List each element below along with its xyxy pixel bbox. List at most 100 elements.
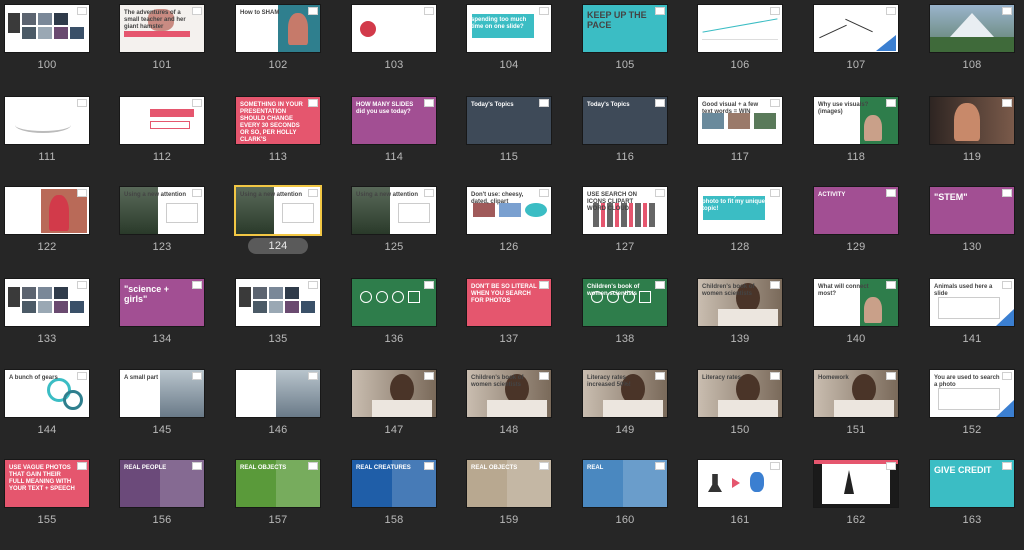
slide-thumbnail-162[interactable]: 162: [814, 460, 930, 550]
slide-preview[interactable]: "science + girls": [120, 279, 204, 326]
slide-preview[interactable]: [698, 460, 782, 507]
slide-preview[interactable]: Size 165: [120, 97, 204, 144]
slide-thumbnail-149[interactable]: Literacy rates increased 50%! 149: [583, 370, 699, 460]
slide-thumbnail-150[interactable]: Literacy rates 150: [698, 370, 814, 460]
slide-preview[interactable]: [814, 460, 898, 507]
slide-thumbnail-137[interactable]: DON'T BE SO LITERAL WHEN YOU SEARCH FOR …: [467, 279, 583, 369]
slide-thumbnail-135[interactable]: 135: [236, 279, 352, 369]
slide-preview[interactable]: A bunch of gears: [5, 370, 89, 417]
slide-thumbnail-147[interactable]: 147: [352, 370, 468, 460]
slide-preview[interactable]: REAL: [583, 460, 667, 507]
slide-thumbnail-133[interactable]: 133: [5, 279, 121, 369]
slide-thumbnail-138[interactable]: Children's book of women scientists 138: [583, 279, 699, 369]
slide-thumbnail-113[interactable]: SOMETHING IN YOUR PRESENTATION SHOULD CH…: [236, 97, 352, 187]
slide-thumbnail-102[interactable]: How to SHAM 102: [236, 5, 352, 95]
slide-preview[interactable]: Literacy rates increased 50%!: [583, 370, 667, 417]
slide-preview[interactable]: The adventures of a small teacher and he…: [120, 5, 204, 52]
slide-thumbnail-151[interactable]: Homework 151: [814, 370, 930, 460]
slide-preview[interactable]: ENEMIES: [352, 5, 436, 52]
slide-thumbnail-123[interactable]: Using a new attention 123: [120, 187, 236, 277]
slide-thumbnail-156[interactable]: REAL PEOPLE 156: [120, 460, 236, 550]
slide-preview[interactable]: USE SEARCH ON ICONS CLIPART WORD CLOUD: [583, 187, 667, 234]
slide-thumbnail-144[interactable]: A bunch of gears 144: [5, 370, 121, 460]
slide-thumbnail-107[interactable]: 107: [814, 5, 930, 95]
slide-preview[interactable]: Today's Topics: [583, 97, 667, 144]
slide-thumbnail-152[interactable]: You are used to search a photo 152: [930, 370, 1024, 460]
slide-thumbnail-160[interactable]: REAL 160: [583, 460, 699, 550]
slide-preview[interactable]: You are used to search a photo: [930, 370, 1014, 417]
slide-preview[interactable]: What will connect most?: [814, 279, 898, 326]
slide-thumbnail-119[interactable]: 119: [930, 97, 1024, 187]
slide-preview[interactable]: How to SHAM: [236, 5, 320, 52]
slide-preview[interactable]: Literacy rates: [698, 370, 782, 417]
slide-thumbnail-134[interactable]: "science + girls" 134: [120, 279, 236, 369]
slide-preview[interactable]: Using a new attention: [352, 187, 436, 234]
slide-preview[interactable]: REAL OBJECTS: [467, 460, 551, 507]
slide-thumbnail-126[interactable]: Don't use: cheesy, dated, clipart 126: [467, 187, 583, 277]
slide-preview[interactable]: Children's book of women scientists: [583, 279, 667, 326]
slide-preview[interactable]: Why use visuals? (images): [814, 97, 898, 144]
slide-preview[interactable]: Children's book of women scientists: [467, 370, 551, 417]
slide-thumbnail-122[interactable]: 122: [5, 187, 121, 277]
slide-preview[interactable]: How will I know if I'm spending too much…: [467, 5, 551, 52]
slide-preview[interactable]: [352, 370, 436, 417]
slide-thumbnail-155[interactable]: USE VAGUE PHOTOS THAT GAIN THEIR FULL ME…: [5, 460, 121, 550]
slide-thumbnail-124[interactable]: Using a new attention 124: [236, 187, 352, 277]
slide-preview[interactable]: Using a new attention: [236, 187, 320, 234]
slide-thumbnail-125[interactable]: Using a new attention 125: [352, 187, 468, 277]
slide-thumbnail-117[interactable]: Good visual + a few text words = WIN 117: [698, 97, 814, 187]
slide-thumbnail-129[interactable]: ACTIVITY 129: [814, 187, 930, 277]
slide-preview[interactable]: REAL OBJECTS: [236, 460, 320, 507]
slide-thumbnail-100[interactable]: 100: [5, 5, 121, 95]
slide-preview[interactable]: Animals used here a slide: [930, 279, 1014, 326]
slide-thumbnail-111[interactable]: 111: [5, 97, 121, 187]
slide-preview[interactable]: [5, 279, 89, 326]
slide-thumbnail-140[interactable]: What will connect most? 140: [814, 279, 930, 369]
slide-preview[interactable]: Good visual + a few text words = WIN: [698, 97, 782, 144]
slide-preview[interactable]: I can't always find a photo to fit my un…: [698, 187, 782, 234]
slide-thumbnail-139[interactable]: Children's book of women scientists 139: [698, 279, 814, 369]
slide-thumbnail-161[interactable]: 161: [698, 460, 814, 550]
slide-preview[interactable]: [698, 5, 782, 52]
slide-preview[interactable]: [5, 187, 89, 234]
slide-preview[interactable]: Children's book of women scientists: [698, 279, 782, 326]
slide-preview[interactable]: Don't use: cheesy, dated, clipart: [467, 187, 551, 234]
slide-thumbnail-158[interactable]: REAL CREATURES 158: [352, 460, 468, 550]
slide-preview[interactable]: SOMETHING IN YOUR PRESENTATION SHOULD CH…: [236, 97, 320, 144]
slide-thumbnail-128[interactable]: I can't always find a photo to fit my un…: [698, 187, 814, 277]
slide-preview[interactable]: KEEP UP THE PACE: [583, 5, 667, 52]
slide-thumbnail-104[interactable]: How will I know if I'm spending too much…: [467, 5, 583, 95]
slide-preview[interactable]: [352, 279, 436, 326]
slide-thumbnail-108[interactable]: 108: [930, 5, 1024, 95]
slide-preview[interactable]: USE VAGUE PHOTOS THAT GAIN THEIR FULL ME…: [5, 460, 89, 507]
slide-preview[interactable]: A small part: [120, 370, 204, 417]
slide-thumbnail-103[interactable]: ENEMIES 103: [352, 5, 468, 95]
slide-preview[interactable]: ACTIVITY: [814, 187, 898, 234]
slide-preview[interactable]: [930, 97, 1014, 144]
slide-thumbnail-148[interactable]: Children's book of women scientists 148: [467, 370, 583, 460]
slide-preview[interactable]: [5, 97, 89, 144]
slide-thumbnail-115[interactable]: Today's Topics 115: [467, 97, 583, 187]
slide-preview[interactable]: GIVE CREDIT: [930, 460, 1014, 507]
slide-thumbnail-157[interactable]: REAL OBJECTS 157: [236, 460, 352, 550]
slide-thumbnail-101[interactable]: The adventures of a small teacher and he…: [120, 5, 236, 95]
slide-thumbnail-106[interactable]: 106: [698, 5, 814, 95]
slide-thumbnail-127[interactable]: USE SEARCH ON ICONS CLIPART WORD CLOUD 12…: [583, 187, 699, 277]
slide-thumbnail-112[interactable]: Size 165 112: [120, 97, 236, 187]
slide-preview[interactable]: [5, 5, 89, 52]
slide-preview[interactable]: "STEM": [930, 187, 1014, 234]
slide-preview[interactable]: [236, 370, 320, 417]
slide-thumbnail-136[interactable]: 136: [352, 279, 468, 369]
slide-thumbnail-130[interactable]: "STEM" 130: [930, 187, 1024, 277]
slide-thumbnail-118[interactable]: Why use visuals? (images) 118: [814, 97, 930, 187]
slide-thumbnail-141[interactable]: Animals used here a slide 141: [930, 279, 1024, 369]
slide-preview[interactable]: HOW MANY SLIDES did you use today?: [352, 97, 436, 144]
slide-preview[interactable]: [236, 279, 320, 326]
slide-thumbnail-116[interactable]: Today's Topics 116: [583, 97, 699, 187]
slide-preview[interactable]: Using a new attention: [120, 187, 204, 234]
slide-thumbnail-163[interactable]: GIVE CREDIT 163: [930, 460, 1024, 550]
slide-thumbnail-105[interactable]: KEEP UP THE PACE 105: [583, 5, 699, 95]
slide-thumbnail-159[interactable]: REAL OBJECTS 159: [467, 460, 583, 550]
slide-preview[interactable]: Today's Topics: [467, 97, 551, 144]
slide-thumbnail-114[interactable]: HOW MANY SLIDES did you use today? 114: [352, 97, 468, 187]
